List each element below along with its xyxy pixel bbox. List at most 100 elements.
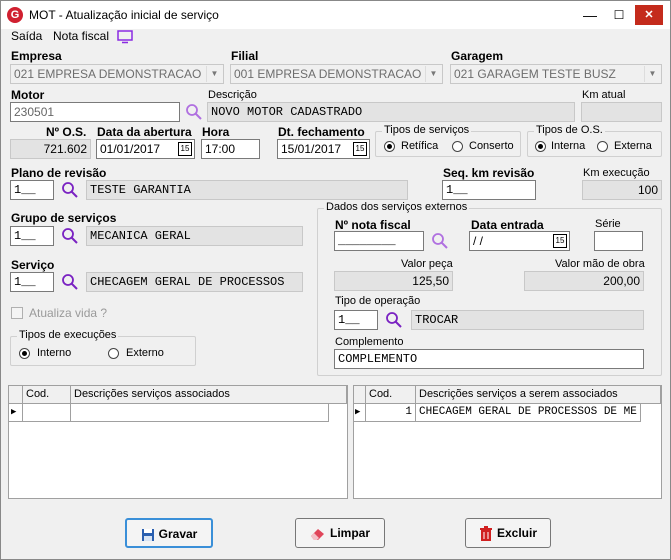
excluir-label: Excluir bbox=[496, 526, 538, 540]
fechamento-label: Dt. fechamento bbox=[278, 125, 365, 139]
col-header-desc[interactable]: Descrições serviços a serem associados bbox=[416, 386, 661, 404]
retifica-radio[interactable] bbox=[384, 141, 395, 152]
col-header-desc[interactable]: Descrições serviços associados bbox=[71, 386, 347, 404]
data-entrada-label: Data entrada bbox=[471, 218, 544, 232]
search-icon[interactable] bbox=[61, 227, 79, 245]
fechamento-input[interactable]: 15/01/2017 15 bbox=[277, 139, 370, 159]
col-header-cod[interactable]: Cod. bbox=[366, 386, 416, 404]
servico-code-input[interactable]: 1__ bbox=[10, 272, 54, 292]
serie-label: Série bbox=[595, 218, 621, 230]
servicos-associados-grid[interactable]: Cod. Descrições serviços associados ▶ bbox=[8, 385, 348, 499]
plano-label: Plano de revisão bbox=[11, 166, 107, 180]
limpar-button[interactable]: Limpar bbox=[295, 518, 385, 548]
externo-radio[interactable] bbox=[108, 348, 119, 359]
grupo-desc-field: MECANICA GERAL bbox=[86, 226, 303, 246]
nota-fiscal-label: Nº nota fiscal bbox=[335, 218, 411, 232]
calendar-icon[interactable]: 15 bbox=[178, 142, 192, 156]
data-entrada-value: / / bbox=[473, 234, 484, 248]
hora-input[interactable]: 17:00 bbox=[201, 139, 260, 159]
excluir-button[interactable]: Excluir bbox=[465, 518, 551, 548]
minimize-button[interactable]: — bbox=[576, 5, 604, 25]
menu-saida[interactable]: Saída bbox=[11, 29, 42, 43]
abertura-input[interactable]: 01/01/2017 15 bbox=[96, 139, 195, 159]
plano-desc-field: TESTE GARANTIA bbox=[86, 180, 408, 200]
descricao-label: Descrição bbox=[208, 89, 257, 101]
col-header-cod[interactable]: Cod. bbox=[23, 386, 71, 404]
search-icon[interactable] bbox=[185, 103, 203, 121]
search-icon[interactable] bbox=[61, 273, 79, 291]
save-icon bbox=[141, 528, 154, 541]
filial-value: 001 EMPRESA DEMONSTRACAO bbox=[234, 67, 422, 81]
km-execucao-label: Km execução bbox=[583, 167, 650, 179]
search-icon[interactable] bbox=[385, 311, 403, 329]
os-field: 721.602 bbox=[10, 139, 91, 159]
tipo-operacao-label: Tipo de operação bbox=[335, 295, 421, 307]
servico-label: Serviço bbox=[11, 258, 55, 272]
servicos-externos-title: Dados dos serviços externos bbox=[324, 201, 470, 213]
app-logo-icon: G bbox=[7, 7, 23, 23]
table-row-cod[interactable]: 1 bbox=[366, 404, 416, 422]
tipo-operacao-code-input[interactable]: 1__ bbox=[334, 310, 378, 330]
grid-corner bbox=[9, 386, 23, 404]
menu-nota-fiscal[interactable]: Nota fiscal bbox=[53, 29, 109, 43]
interna-label: Interna bbox=[551, 140, 586, 152]
conserto-label: Conserto bbox=[469, 140, 514, 152]
row-indicator-icon: ▶ bbox=[9, 404, 23, 422]
garagem-value: 021 GARAGEM TESTE BUSZ bbox=[454, 67, 616, 81]
externa-radio[interactable] bbox=[597, 141, 608, 152]
complemento-input[interactable]: COMPLEMENTO bbox=[334, 349, 644, 369]
km-execucao-field: 100 bbox=[582, 180, 662, 200]
tipos-os-title: Tipos de O.S. bbox=[534, 124, 605, 136]
plano-code-input[interactable]: 1__ bbox=[10, 180, 54, 200]
close-button[interactable]: ✕ bbox=[635, 5, 663, 25]
main-window: G MOT - Atualização inicial de serviço —… bbox=[0, 0, 671, 560]
table-row-desc[interactable]: CHECAGEM GERAL DE PROCESSOS DE ME bbox=[416, 404, 641, 422]
tipos-servicos-group: Tipos de serviços Retífica Conserto bbox=[375, 124, 521, 157]
chevron-down-icon: ▼ bbox=[206, 66, 222, 82]
seq-km-input[interactable]: 1__ bbox=[442, 180, 536, 200]
motor-input[interactable]: 230501 bbox=[10, 102, 180, 122]
nota-fiscal-input[interactable]: ________ bbox=[334, 231, 424, 251]
serie-input[interactable] bbox=[594, 231, 643, 251]
conserto-radio[interactable] bbox=[452, 141, 463, 152]
seq-km-label: Seq. km revisão bbox=[443, 166, 535, 180]
retifica-label: Retífica bbox=[401, 140, 439, 152]
tipos-os-group: Tipos de O.S. Interna Externa bbox=[527, 124, 662, 157]
externa-label: Externa bbox=[614, 140, 652, 152]
valor-peca-label: Valor peça bbox=[401, 258, 453, 270]
motor-label: Motor bbox=[11, 88, 45, 102]
atualiza-vida-checkbox[interactable] bbox=[11, 307, 23, 319]
gravar-button[interactable]: Gravar bbox=[125, 518, 213, 548]
table-row-cod[interactable] bbox=[23, 404, 71, 422]
servicos-a-associar-grid[interactable]: Cod. Descrições serviços a serem associa… bbox=[353, 385, 662, 499]
limpar-label: Limpar bbox=[329, 526, 370, 540]
km-atual-label: Km atual bbox=[582, 89, 626, 101]
garagem-select[interactable]: 021 GARAGEM TESTE BUSZ ▼ bbox=[450, 64, 662, 84]
hora-label: Hora bbox=[202, 125, 230, 139]
interna-radio[interactable] bbox=[535, 141, 546, 152]
maximize-button[interactable]: ☐ bbox=[605, 5, 633, 25]
grupo-label: Grupo de serviços bbox=[11, 211, 117, 225]
valor-peca-field: 125,50 bbox=[334, 271, 453, 291]
gravar-label: Gravar bbox=[158, 527, 198, 541]
empresa-select[interactable]: 021 EMPRESA DEMONSTRACAO ▼ bbox=[10, 64, 224, 84]
atualiza-vida-label: Atualiza vida ? bbox=[29, 306, 108, 320]
title-bar: G MOT - Atualização inicial de serviço —… bbox=[1, 1, 670, 29]
interno-radio[interactable] bbox=[19, 348, 30, 359]
calendar-icon[interactable]: 15 bbox=[553, 234, 567, 248]
grupo-code-input[interactable]: 1__ bbox=[10, 226, 54, 246]
table-row-desc[interactable] bbox=[71, 404, 329, 422]
tipos-servicos-title: Tipos de serviços bbox=[382, 124, 472, 136]
search-icon[interactable] bbox=[431, 232, 449, 250]
filial-select[interactable]: 001 EMPRESA DEMONSTRACAO ▼ bbox=[230, 64, 443, 84]
os-label: Nº O.S. bbox=[46, 125, 87, 139]
trash-icon bbox=[479, 525, 492, 541]
valor-mao-label: Valor mão de obra bbox=[555, 258, 645, 270]
window-title: MOT - Atualização inicial de serviço bbox=[29, 8, 219, 22]
monitor-icon[interactable] bbox=[117, 30, 133, 44]
data-entrada-input[interactable]: / / 15 bbox=[469, 231, 570, 251]
row-indicator-icon: ▶ bbox=[354, 404, 366, 422]
calendar-icon[interactable]: 15 bbox=[353, 142, 367, 156]
menu-bar: Saída Nota fiscal bbox=[1, 29, 670, 49]
search-icon[interactable] bbox=[61, 181, 79, 199]
